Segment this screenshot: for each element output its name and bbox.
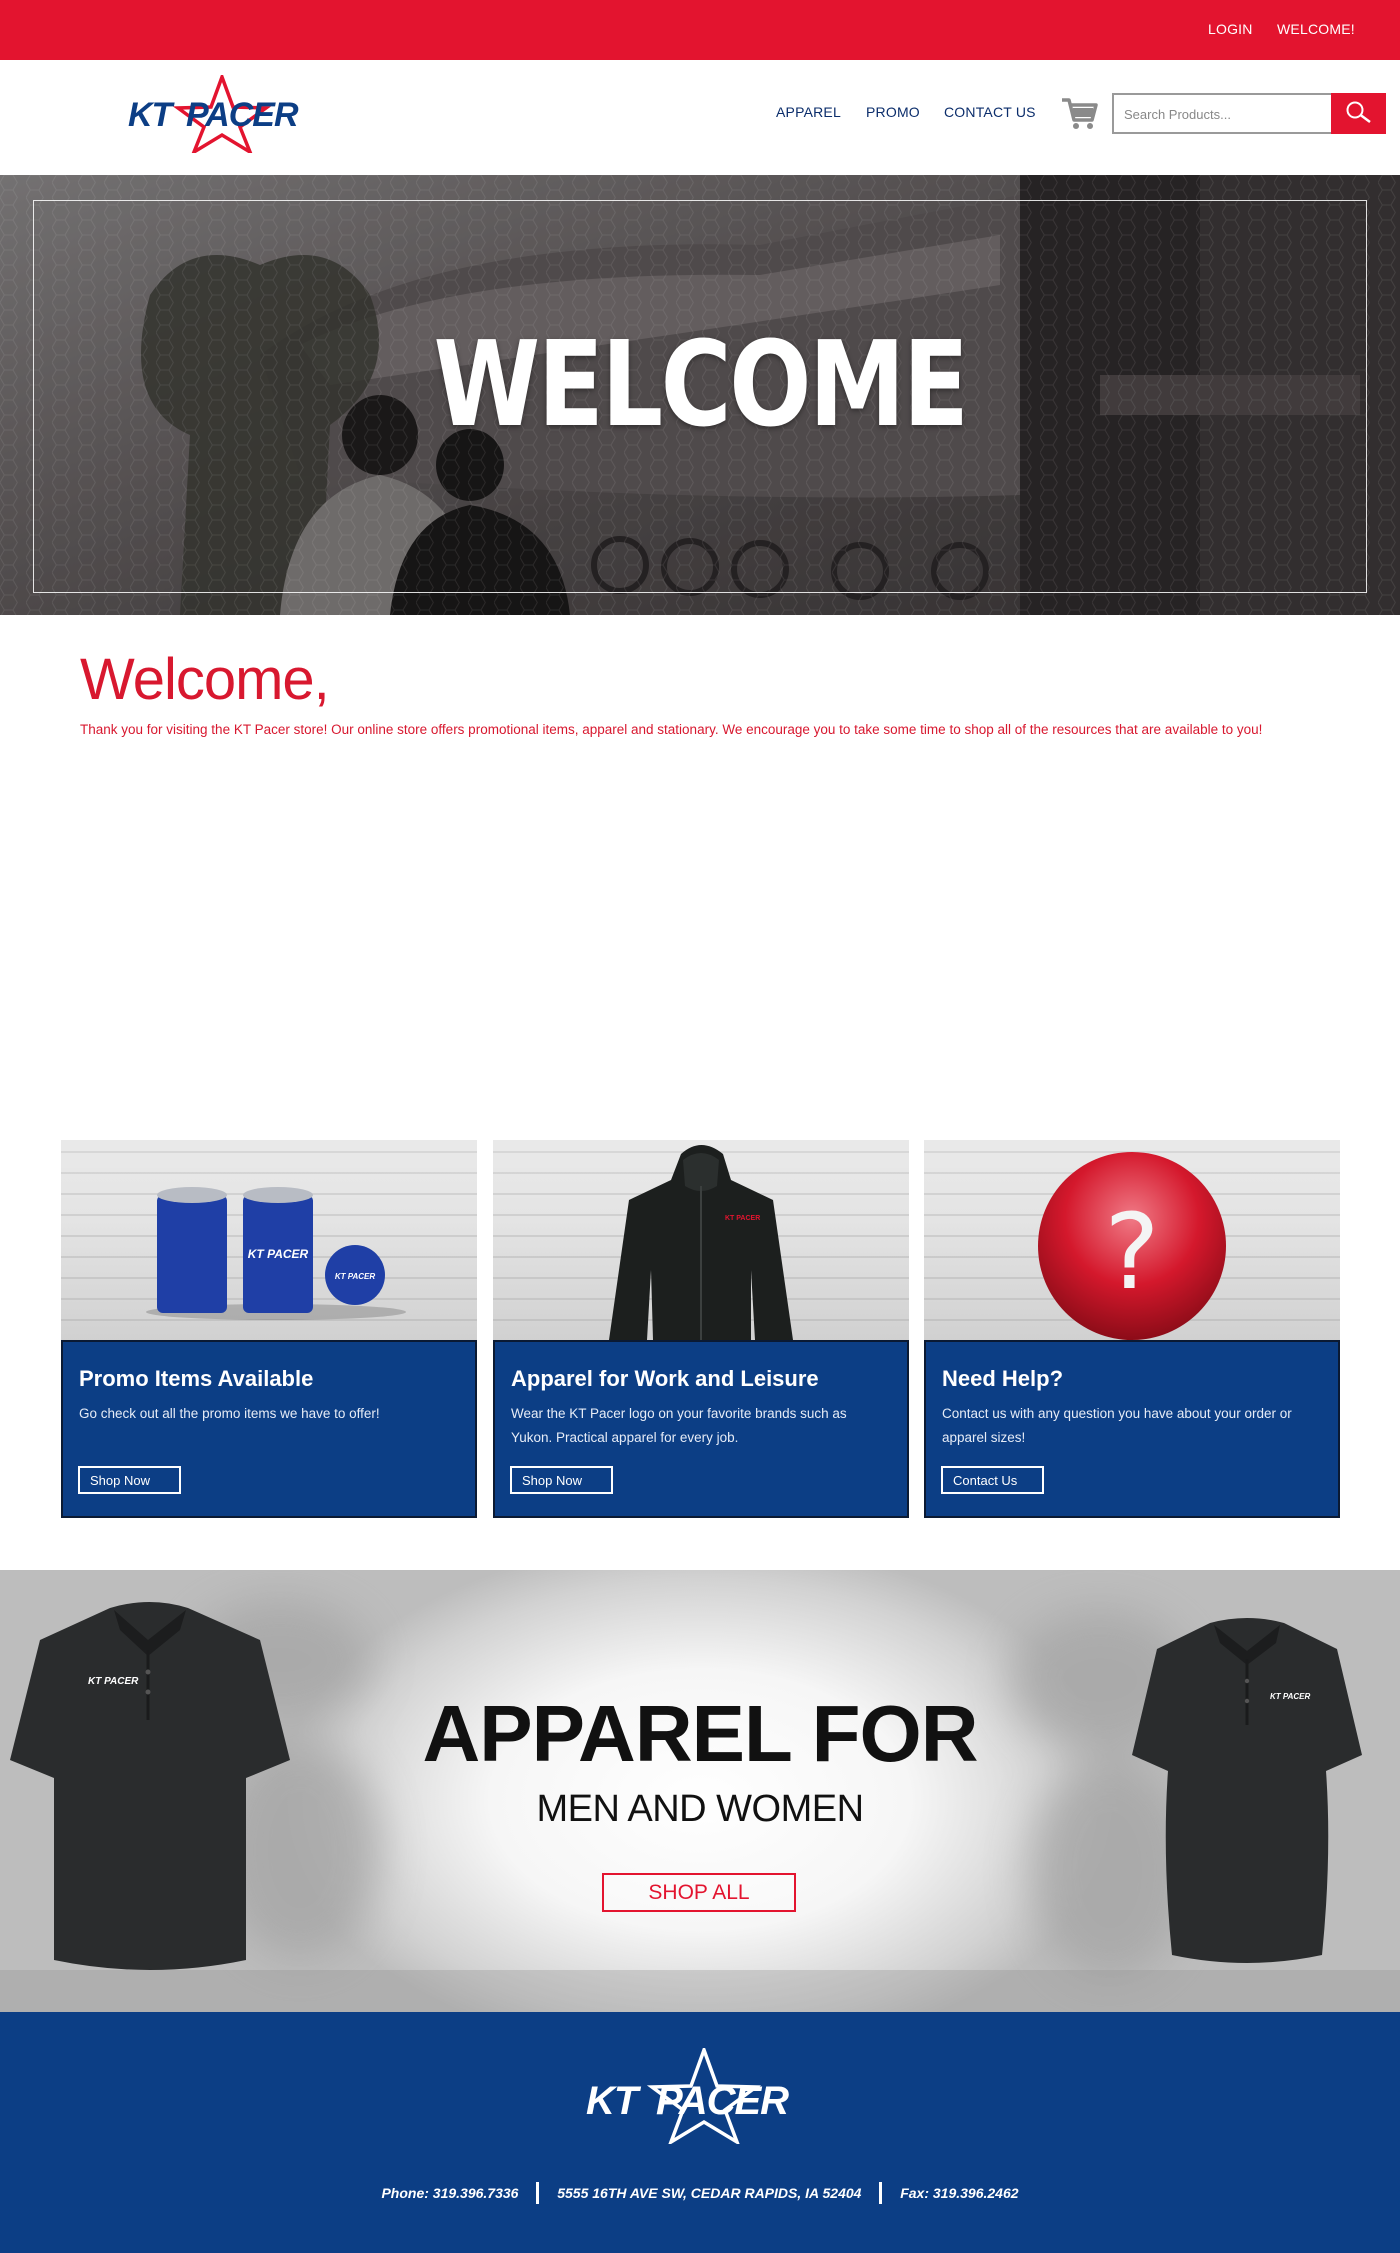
promo-items-image: KT PACER KT PACER (61, 1140, 477, 1340)
contact-us-button[interactable]: Contact Us (941, 1466, 1044, 1494)
search-icon (1346, 101, 1371, 124)
svg-text:KT: KT (128, 96, 176, 134)
site-header: KT PACER APPAREL PROMO CONTACT US (0, 60, 1400, 175)
search-button[interactable] (1331, 93, 1386, 134)
apparel-card-body: Apparel for Work and Leisure Wear the KT… (493, 1340, 909, 1518)
site-footer: KT PACER Phone: 319.396.7336 5555 16TH A… (0, 2012, 1400, 2253)
cart-icon[interactable] (1060, 96, 1098, 130)
svg-text:KT PACER: KT PACER (248, 1247, 309, 1261)
svg-text:PACER: PACER (186, 96, 299, 134)
apparel-card: KT PACER Apparel for Work and Leisure We… (493, 1140, 909, 1518)
apparel-image: KT PACER (493, 1140, 909, 1340)
svg-text:KT: KT (586, 2079, 642, 2123)
footer-address: 5555 16TH AVE SW, CEDAR RAPIDS, IA 52404 (557, 2185, 862, 2201)
kt-pacer-logo[interactable]: KT PACER (126, 75, 316, 153)
footer-phone[interactable]: Phone: 319.396.7336 (381, 2185, 518, 2201)
help-card-title: Need Help? (942, 1366, 1064, 1391)
footer-divider (879, 2182, 883, 2204)
promo-card: KT PACER KT PACER Promo Items Available … (61, 1140, 477, 1518)
hero-banner: WELCOME (0, 175, 1400, 615)
promo-card-title: Promo Items Available (79, 1366, 314, 1391)
welcome-link[interactable]: WELCOME! (1277, 21, 1355, 37)
nav-apparel[interactable]: APPAREL (776, 104, 841, 120)
shop-all-button[interactable]: SHOP ALL (602, 1873, 796, 1912)
apparel-banner: KT PACER KT PACER APPAREL FOR MEN AND WO… (0, 1570, 1400, 2012)
banner-title: APPAREL FOR (422, 1689, 979, 1778)
help-card-body: Need Help? Contact us with any question … (924, 1340, 1340, 1518)
help-image: ? (924, 1140, 1340, 1340)
hero-title: WELCOME (433, 315, 969, 453)
apparel-shop-now-button[interactable]: Shop Now (510, 1466, 613, 1494)
svg-text:PACER: PACER (656, 2079, 789, 2123)
help-card-text: Contact us with any question you have ab… (942, 1406, 1292, 1445)
footer-contact-info: Phone: 319.396.7336 5555 16TH AVE SW, CE… (0, 2182, 1400, 2204)
nav-promo[interactable]: PROMO (866, 104, 920, 120)
svg-text:KT PACER: KT PACER (335, 1272, 376, 1281)
help-card: ? Need Help? Contact us with any questio… (924, 1140, 1340, 1518)
search-box (1112, 93, 1386, 134)
footer-logo[interactable]: KT PACER (584, 2048, 820, 2144)
footer-fax: Fax: 319.396.2462 (900, 2185, 1019, 2201)
search-input[interactable] (1124, 104, 1324, 124)
login-link[interactable]: LOGIN (1208, 21, 1253, 37)
promo-shop-now-button[interactable]: Shop Now (78, 1466, 181, 1494)
promo-card-body: Promo Items Available Go check out all t… (61, 1340, 477, 1518)
welcome-heading: Welcome, (80, 647, 330, 712)
apparel-card-text: Wear the KT Pacer logo on your favorite … (511, 1406, 847, 1445)
banner-subtitle: MEN AND WOMEN (536, 1788, 864, 1830)
welcome-text: Thank you for visiting the KT Pacer stor… (80, 722, 1263, 737)
top-bar: LOGIN WELCOME! (0, 0, 1400, 60)
apparel-card-title: Apparel for Work and Leisure (511, 1366, 819, 1391)
nav-contact-us[interactable]: CONTACT US (944, 104, 1036, 120)
footer-divider (536, 2182, 540, 2204)
svg-text:?: ? (1104, 1191, 1159, 1313)
svg-text:KT PACER: KT PACER (88, 1676, 139, 1687)
promo-card-text: Go check out all the promo items we have… (79, 1406, 380, 1421)
svg-text:KT PACER: KT PACER (725, 1215, 760, 1222)
